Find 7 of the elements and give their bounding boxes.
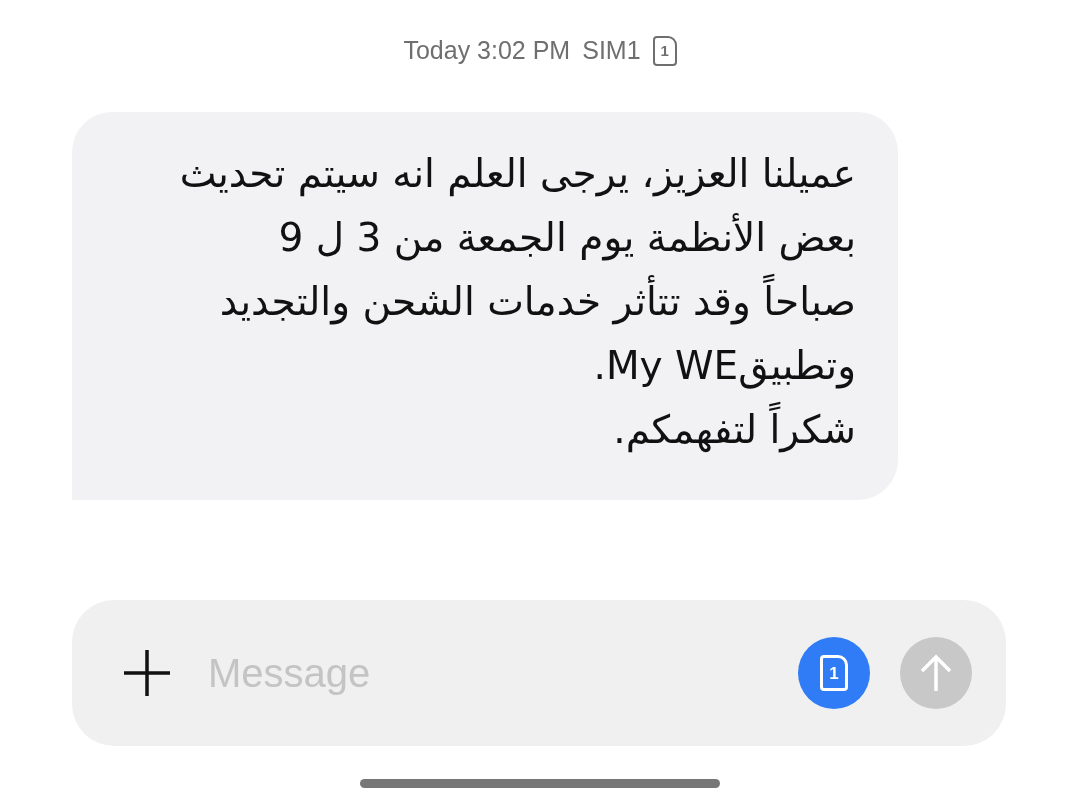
sim-icon: 1 <box>652 35 677 66</box>
plus-icon[interactable] <box>122 648 172 698</box>
sim-button[interactable]: 1 <box>798 637 870 709</box>
sim-label: SIM1 <box>582 35 641 66</box>
message-timestamp: Today 3:02 PM <box>403 35 571 66</box>
arrow-up-icon <box>918 653 954 693</box>
message-text: عميلنا العزيز، يرجى العلم انه سيتم تحديث بعض الأنظمة يوم الجمعة من 3 ل 9 صباحاً وقد تتأثر خدمات الشحن والتجديد وتطبيقMy WE. شكراً لتفهمكم. <box>178 149 856 455</box>
